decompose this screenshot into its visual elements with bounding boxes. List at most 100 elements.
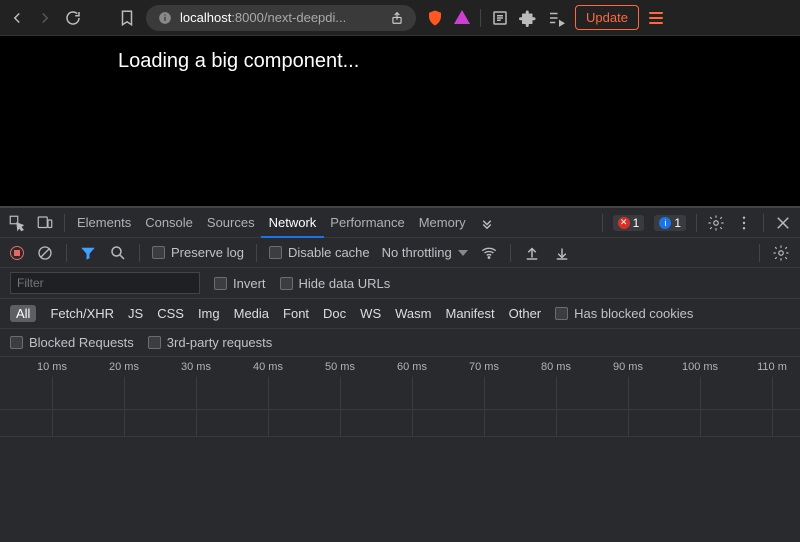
menu-icon[interactable] <box>649 12 663 24</box>
timeline-tick: 110 m <box>744 361 800 373</box>
timeline-midline <box>0 409 800 410</box>
type-js[interactable]: JS <box>128 306 143 321</box>
timeline-tick: 70 ms <box>456 361 512 373</box>
separator <box>510 244 511 262</box>
url-bar[interactable]: localhost:8000/next-deepdi... <box>146 5 416 31</box>
separator <box>696 214 697 232</box>
error-badge[interactable]: ✕1 <box>613 215 645 231</box>
tab-sources[interactable]: Sources <box>205 215 257 230</box>
blocked-cookies-label: Has blocked cookies <box>574 306 693 321</box>
type-doc[interactable]: Doc <box>323 306 346 321</box>
filter-icon[interactable] <box>79 244 97 262</box>
timeline-tick: 10 ms <box>24 361 80 373</box>
type-filter-row: All Fetch/XHR JS CSS Img Media Font Doc … <box>0 299 800 329</box>
separator <box>64 214 65 232</box>
browser-toolbar: localhost:8000/next-deepdi... Update <box>0 0 800 36</box>
tab-network[interactable]: Network <box>267 215 319 230</box>
filter-row: Invert Hide data URLs <box>0 268 800 299</box>
bookmark-icon[interactable] <box>118 9 136 27</box>
playlist-icon[interactable] <box>547 9 565 27</box>
update-button[interactable]: Update <box>575 5 639 30</box>
info-icon: i <box>659 217 671 229</box>
request-list-empty <box>0 437 800 542</box>
blocked-requests-label: Blocked Requests <box>29 335 134 350</box>
url-text: localhost:8000/next-deepdi... <box>180 10 382 25</box>
shield-icon[interactable] <box>426 9 444 27</box>
third-party-label: 3rd-party requests <box>167 335 273 350</box>
site-info-icon[interactable] <box>156 11 174 25</box>
disable-cache-checkbox[interactable] <box>269 246 282 259</box>
devtools-panel: Elements Console Sources Network Perform… <box>0 206 800 542</box>
invert-checkbox[interactable] <box>214 277 227 290</box>
blocked-row: Blocked Requests 3rd-party requests <box>0 329 800 357</box>
throttling-select[interactable]: No throttling <box>382 245 468 260</box>
hide-data-urls-checkbox[interactable] <box>280 277 293 290</box>
wifi-icon[interactable] <box>480 244 498 262</box>
type-manifest[interactable]: Manifest <box>445 306 494 321</box>
separator <box>139 244 140 262</box>
devtools-tabs-row: Elements Console Sources Network Perform… <box>0 208 800 238</box>
back-icon[interactable] <box>8 9 26 27</box>
type-css[interactable]: CSS <box>157 306 184 321</box>
network-toolbar: Preserve log Disable cache No throttling <box>0 238 800 268</box>
extensions-icon[interactable] <box>519 9 537 27</box>
kebab-icon[interactable] <box>735 214 753 232</box>
close-icon[interactable] <box>774 214 792 232</box>
network-timeline[interactable]: 10 ms 20 ms 30 ms 40 ms 50 ms 60 ms 70 ms 80 ms… <box>0 357 800 437</box>
timeline-tick: 30 ms <box>168 361 224 373</box>
forward-icon[interactable] <box>36 9 54 27</box>
type-media[interactable]: Media <box>234 306 269 321</box>
tab-performance[interactable]: Performance <box>328 215 406 230</box>
record-icon[interactable] <box>10 246 24 260</box>
loading-message: Loading a big component... <box>118 50 800 73</box>
blocked-cookies-checkbox[interactable] <box>555 307 568 320</box>
search-icon[interactable] <box>109 244 127 262</box>
type-fetch-xhr[interactable]: Fetch/XHR <box>50 306 114 321</box>
chevron-down-icon <box>458 250 468 256</box>
tab-elements[interactable]: Elements <box>75 215 133 230</box>
hide-data-urls-label: Hide data URLs <box>299 276 391 291</box>
timeline-tick: 90 ms <box>600 361 656 373</box>
tab-console[interactable]: Console <box>143 215 195 230</box>
third-party-checkbox[interactable] <box>148 336 161 349</box>
separator <box>66 244 67 262</box>
timeline-tick: 80 ms <box>528 361 584 373</box>
message-badge[interactable]: i1 <box>654 215 686 231</box>
device-icon[interactable] <box>36 214 54 232</box>
page-viewport: Loading a big component... <box>0 36 800 206</box>
timeline-tick: 60 ms <box>384 361 440 373</box>
separator <box>480 9 481 27</box>
type-font[interactable]: Font <box>283 306 309 321</box>
type-wasm[interactable]: Wasm <box>395 306 431 321</box>
gear-icon[interactable] <box>707 214 725 232</box>
type-ws[interactable]: WS <box>360 306 381 321</box>
reader-icon[interactable] <box>491 9 509 27</box>
type-all[interactable]: All <box>10 305 36 322</box>
inspect-icon[interactable] <box>8 214 26 232</box>
more-tabs-icon[interactable] <box>478 214 496 232</box>
filter-input[interactable] <box>10 272 200 294</box>
separator <box>256 244 257 262</box>
invert-label: Invert <box>233 276 266 291</box>
timeline-tick: 100 ms <box>672 361 728 373</box>
blocked-requests-checkbox[interactable] <box>10 336 23 349</box>
tab-memory[interactable]: Memory <box>417 215 468 230</box>
clear-icon[interactable] <box>36 244 54 262</box>
download-icon[interactable] <box>553 244 571 262</box>
separator <box>759 244 760 262</box>
timeline-tick: 50 ms <box>312 361 368 373</box>
share-icon[interactable] <box>388 11 406 25</box>
timeline-tick: 40 ms <box>240 361 296 373</box>
preserve-log-checkbox[interactable] <box>152 246 165 259</box>
brave-triangle-icon[interactable] <box>454 10 470 24</box>
separator <box>602 214 603 232</box>
type-other[interactable]: Other <box>509 306 542 321</box>
type-img[interactable]: Img <box>198 306 220 321</box>
separator <box>763 214 764 232</box>
disable-cache-label: Disable cache <box>288 245 370 260</box>
gear-icon[interactable] <box>772 244 790 262</box>
timeline-tick: 20 ms <box>96 361 152 373</box>
preserve-log-label: Preserve log <box>171 245 244 260</box>
upload-icon[interactable] <box>523 244 541 262</box>
reload-icon[interactable] <box>64 9 82 27</box>
